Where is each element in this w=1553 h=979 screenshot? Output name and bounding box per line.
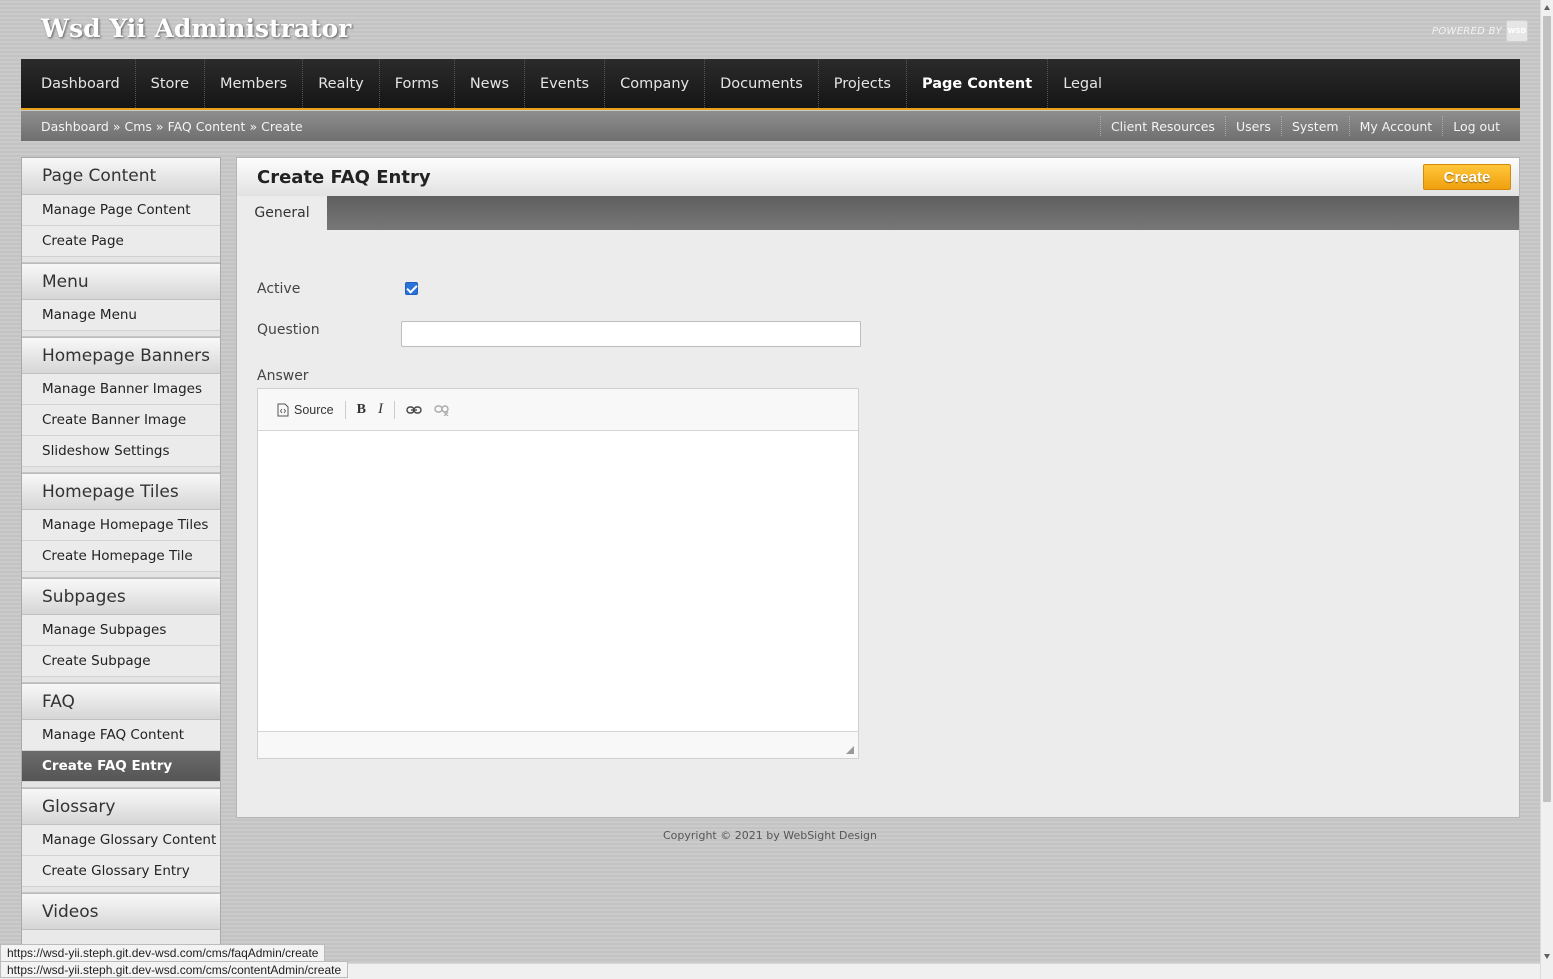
page-title: Create FAQ Entry — [257, 166, 431, 188]
util-link-system[interactable]: System — [1280, 116, 1349, 136]
question-input[interactable] — [401, 321, 861, 347]
sidebar-item-create-glossary-entry[interactable]: Create Glossary Entry — [22, 856, 220, 887]
resize-grip-icon[interactable] — [846, 746, 854, 754]
tab-general[interactable]: General — [237, 196, 327, 230]
util-link-my-account[interactable]: My Account — [1348, 116, 1443, 136]
sidebar-heading: Subpages — [22, 578, 220, 615]
answer-editor: Source B I — [257, 388, 859, 759]
sidebar-heading: Homepage Tiles — [22, 473, 220, 510]
nav-item-events[interactable]: Events — [525, 59, 606, 108]
sidebar: Page Content Manage Page Content Create Pa… — [21, 157, 221, 979]
nav-item-projects[interactable]: Projects — [819, 59, 907, 108]
nav-item-company[interactable]: Company — [605, 59, 706, 108]
footer-copyright: Copyright © 2021 by WebSight Design — [663, 829, 877, 842]
sidebar-item-create-banner-image[interactable]: Create Banner Image — [22, 405, 220, 436]
sidebar-item-manage-homepage-tiles[interactable]: Manage Homepage Tiles — [22, 510, 220, 541]
breadcrumb-separator: » — [249, 118, 258, 134]
page: Wsd Yii Administrator POWERED BY WSD Das… — [0, 0, 1540, 979]
sidebar-item-slideshow-settings[interactable]: Slideshow Settings — [22, 436, 220, 467]
unlink-button[interactable] — [429, 398, 455, 422]
nav-item-dashboard[interactable]: Dashboard — [26, 59, 136, 108]
wsd-logo-icon[interactable]: WSD — [1506, 20, 1529, 42]
link-button[interactable] — [401, 398, 427, 422]
breadcrumb-separator: » — [155, 118, 164, 134]
util-link-users[interactable]: Users — [1224, 116, 1281, 136]
sidebar-item-create-subpage[interactable]: Create Subpage — [22, 646, 220, 677]
tab-bar: General — [237, 196, 1519, 230]
active-checkbox[interactable] — [405, 282, 418, 295]
sidebar-item-manage-glossary-content[interactable]: Manage Glossary Content — [22, 825, 220, 856]
sidebar-heading: FAQ — [22, 683, 220, 720]
sidebar-item-manage-page-content[interactable]: Manage Page Content — [22, 195, 220, 226]
site-title[interactable]: Wsd Yii Administrator — [41, 14, 351, 43]
sidebar-item-manage-menu[interactable]: Manage Menu — [22, 300, 220, 331]
answer-label: Answer — [257, 368, 309, 384]
nav-item-realty[interactable]: Realty — [303, 59, 380, 108]
scroll-thumb[interactable] — [1543, 16, 1551, 802]
sidebar-item-create-page[interactable]: Create Page — [22, 226, 220, 257]
sidebar-item-create-homepage-tile[interactable]: Create Homepage Tile — [22, 541, 220, 572]
unlink-icon — [434, 404, 449, 416]
scroll-down-icon[interactable] — [1544, 954, 1550, 959]
breadcrumb-item: Create — [261, 118, 303, 134]
util-link-client-resources[interactable]: Client Resources — [1099, 116, 1225, 136]
util-link-log-out[interactable]: Log out — [1442, 116, 1510, 136]
status-url-hover: https://wsd-yii.steph.git.dev-wsd.com/cm… — [0, 944, 326, 961]
sidebar-item-manage-faq-content[interactable]: Manage FAQ Content — [22, 720, 220, 751]
sidebar-item-manage-banner-images[interactable]: Manage Banner Images — [22, 374, 220, 405]
nav-item-documents[interactable]: Documents — [705, 59, 819, 108]
nav-item-store[interactable]: Store — [136, 59, 205, 108]
powered-by-text: POWERED BY — [1432, 25, 1503, 37]
status-url-under: https://wsd-yii.steph.git.dev-wsd.com/cm… — [0, 961, 349, 978]
source-icon — [277, 403, 289, 416]
nav-item-forms[interactable]: Forms — [380, 59, 455, 108]
nav-item-members[interactable]: Members — [205, 59, 304, 108]
active-label: Active — [257, 281, 301, 297]
breadcrumb-item[interactable]: FAQ Content — [168, 119, 246, 134]
nav-item-page-content[interactable]: Page Content — [907, 59, 1049, 108]
nav-item-legal[interactable]: Legal — [1048, 59, 1117, 108]
source-button[interactable]: Source — [272, 398, 339, 422]
sidebar-heading: Videos — [22, 893, 220, 930]
source-label: Source — [294, 402, 334, 417]
sidebar-item-create-faq-entry[interactable]: Create FAQ Entry — [22, 751, 220, 782]
create-button[interactable]: Create — [1423, 164, 1511, 190]
sub-bar: Dashboard» Cms» FAQ Content» Create Client … — [21, 111, 1520, 141]
content-header: Create FAQ Entry Create — [237, 158, 1519, 196]
breadcrumb-item[interactable]: Dashboard — [41, 119, 109, 134]
vertical-scrollbar[interactable] — [1540, 0, 1553, 979]
sidebar-heading: Page Content — [22, 158, 220, 195]
breadcrumb-item[interactable]: Cms — [124, 119, 151, 134]
main-nav: Dashboard Store Members Realty Forms News Even… — [21, 59, 1520, 110]
sidebar-heading: Glossary — [22, 788, 220, 825]
sidebar-item-manage-subpages[interactable]: Manage Subpages — [22, 615, 220, 646]
editor-toolbar: Source B I — [258, 389, 858, 431]
breadcrumb: Dashboard» Cms» FAQ Content» Create — [41, 119, 303, 134]
sidebar-heading: Menu — [22, 263, 220, 300]
question-label: Question — [257, 322, 320, 338]
breadcrumb-separator: » — [112, 118, 121, 134]
editor-footer — [258, 731, 858, 758]
scroll-up-icon[interactable] — [1544, 5, 1550, 10]
content-panel: Create FAQ Entry Create General Active Q… — [236, 157, 1520, 818]
utility-links: Client Resources Users System My Account Log… — [1099, 111, 1510, 141]
bold-button[interactable]: B — [352, 398, 371, 422]
nav-item-news[interactable]: News — [455, 59, 526, 108]
sidebar-heading: Homepage Banners — [22, 337, 220, 374]
toolbar-separator — [344, 400, 346, 419]
link-icon — [406, 405, 422, 414]
toolbar-separator — [393, 400, 395, 419]
italic-button[interactable]: I — [373, 398, 388, 422]
powered-by: POWERED BY WSD — [1432, 20, 1529, 42]
editor-body[interactable] — [258, 431, 858, 731]
